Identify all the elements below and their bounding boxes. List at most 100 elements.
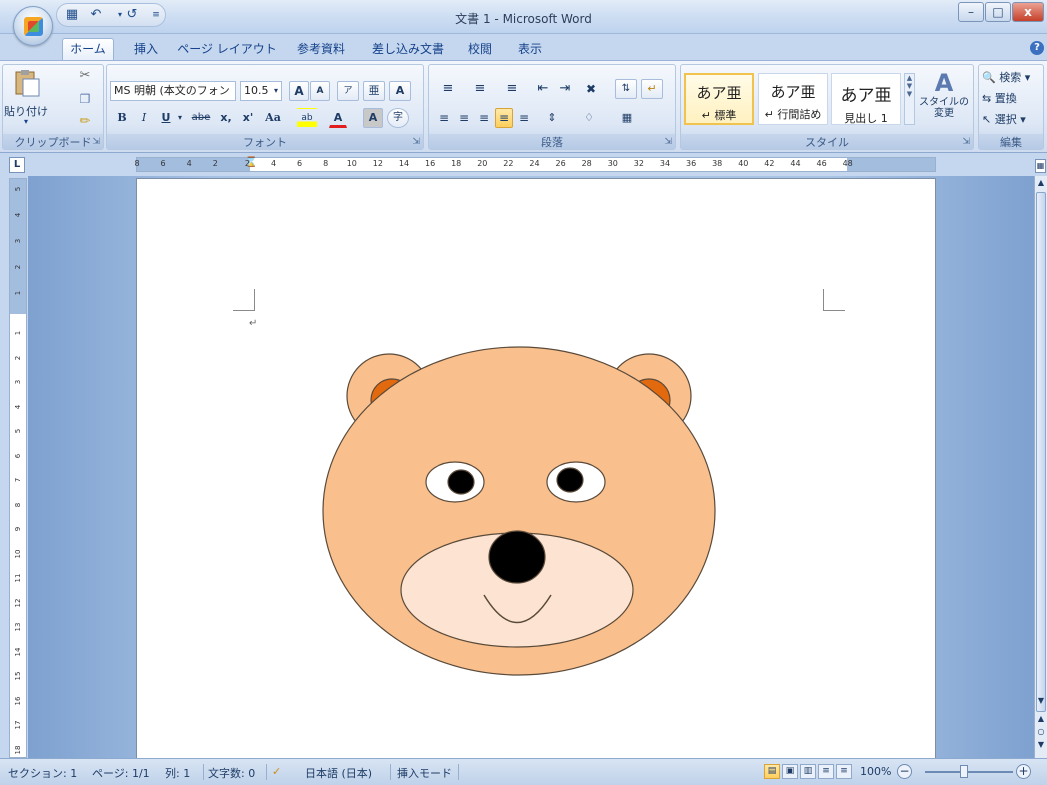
char-border-button[interactable]: A <box>389 81 411 101</box>
close-button[interactable]: x <box>1012 2 1044 22</box>
tab-page-layout[interactable]: ページ レイアウト <box>172 39 282 60</box>
horizontal-ruler[interactable]: 8 6 4 2 2 4 6 8 10 12 14 16 18 20 22 24 26 28 30 32 34 36 38 40… <box>0 153 1047 176</box>
change-styles-button[interactable]: A スタイルの 変更 <box>919 69 969 133</box>
style-no-spacing[interactable]: あア亜 ↵ 行間詰め <box>758 73 828 125</box>
previous-page-icon[interactable]: ▲ <box>1035 714 1047 723</box>
find-button[interactable]: 🔍 検索 ▾ <box>981 68 1043 88</box>
font-name-combo[interactable]: MS 明朝 (本文のフォン <box>110 81 236 101</box>
tab-references[interactable]: 参考資料 <box>290 39 352 60</box>
customize-arrow-icon[interactable]: ≡ <box>147 6 165 24</box>
status-language[interactable]: 日本語 (日本) <box>305 765 372 781</box>
paste-dropdown-icon[interactable]: ▾ <box>24 117 28 126</box>
select-button[interactable]: ↖ 選択 ▾ <box>981 110 1043 130</box>
change-case-button[interactable]: Aa <box>262 108 284 128</box>
increase-indent-icon[interactable]: ⇥ <box>555 79 575 99</box>
indent-marker-icon[interactable]: ⌛ <box>245 157 257 171</box>
document-page[interactable] <box>136 178 936 768</box>
office-button[interactable] <box>13 6 53 46</box>
superscript-button[interactable]: x' <box>239 108 257 128</box>
save-icon[interactable]: ▦ <box>63 6 81 24</box>
tab-home[interactable]: ホーム <box>62 38 114 61</box>
tab-view[interactable]: 表示 <box>510 39 550 60</box>
zoom-slider-track[interactable] <box>925 771 1013 773</box>
font-launcher-icon[interactable]: ⇲ <box>412 137 420 147</box>
status-insert-mode[interactable]: 挿入モード <box>397 765 452 781</box>
vertical-ruler-tick: 9 <box>14 526 22 532</box>
align-center-icon[interactable]: ≡ <box>455 108 473 128</box>
format-painter-icon[interactable]: ✏ <box>75 112 95 132</box>
decrease-indent-icon[interactable]: ⇤ <box>533 79 553 99</box>
next-page-icon[interactable]: ▼ <box>1035 740 1047 749</box>
shrink-font-button[interactable]: A <box>310 81 330 101</box>
scrollbar-thumb[interactable] <box>1036 192 1046 712</box>
justify-icon[interactable]: ≡ <box>495 108 513 128</box>
align-right-icon[interactable]: ≡ <box>475 108 493 128</box>
full-screen-reading-view-icon[interactable]: ▣ <box>782 764 798 779</box>
tab-selector-icon[interactable]: L <box>9 157 25 173</box>
subscript-button[interactable]: x, <box>217 108 235 128</box>
scroll-up-icon[interactable]: ▲ <box>1035 178 1047 187</box>
sort-icon[interactable]: ⇅ <box>615 79 637 99</box>
paragraph-launcher-icon[interactable]: ⇲ <box>664 137 672 147</box>
line-spacing-icon[interactable]: ⇕ <box>539 108 565 128</box>
zoom-out-button[interactable]: − <box>897 764 912 779</box>
bold-button[interactable]: B <box>113 108 131 128</box>
view-ruler-icon[interactable]: ▦ <box>1035 159 1046 173</box>
tab-insert[interactable]: 挿入 <box>126 39 166 60</box>
scroll-down-icon[interactable]: ▼ <box>1035 696 1047 705</box>
numbering-icon[interactable]: ≡ <box>467 79 493 99</box>
styles-group-label: スタイル <box>681 134 973 149</box>
replace-button[interactable]: ⇆ 置換 <box>981 89 1043 109</box>
clipboard-launcher-icon[interactable]: ⇲ <box>92 137 100 147</box>
vertical-ruler[interactable]: 5 4 3 2 1 1 2 3 4 5 6 7 8 9 10 11 12 13 14 15 16 17 18 <box>9 178 27 758</box>
shading-icon[interactable]: ♢ <box>573 108 605 128</box>
help-icon[interactable]: ? <box>1030 41 1044 55</box>
zoom-in-button[interactable]: + <box>1016 764 1031 779</box>
web-layout-view-icon[interactable]: ▥ <box>800 764 816 779</box>
status-word-count[interactable]: 文字数: 0 <box>208 765 255 781</box>
maximize-button[interactable]: □ <box>985 2 1011 22</box>
cut-icon[interactable]: ✂ <box>75 66 95 86</box>
highlight-button[interactable]: ab <box>297 108 317 128</box>
undo-icon[interactable]: ↶ <box>87 6 105 24</box>
browse-object-icon[interactable]: ○ <box>1035 727 1047 736</box>
phonetic-guide-button[interactable]: 亜 <box>363 81 385 101</box>
print-layout-view-icon[interactable]: ▤ <box>764 764 780 779</box>
italic-button[interactable]: I <box>135 108 153 128</box>
tab-review[interactable]: 校閲 <box>460 39 500 60</box>
zoom-level[interactable]: 100% <box>860 765 891 778</box>
underline-button[interactable]: U <box>157 108 175 128</box>
redo-icon[interactable]: ↺ <box>123 6 141 24</box>
show-formatting-marks-icon[interactable]: ↵ <box>641 79 663 99</box>
grow-font-button[interactable]: A <box>289 81 309 101</box>
clear-formatting-button[interactable]: ア <box>337 81 359 101</box>
style-normal[interactable]: あア亜 ↵ 標準 <box>684 73 754 125</box>
tab-mailings[interactable]: 差し込み文書 <box>366 39 450 60</box>
strikethrough-button[interactable]: abe <box>189 108 213 128</box>
enclose-chars-button[interactable]: 字 <box>387 108 409 128</box>
underline-dropdown-icon[interactable]: ▾ <box>175 108 185 128</box>
text-direction-icon[interactable]: ✖ <box>579 79 603 99</box>
char-shading-button[interactable]: A <box>363 108 383 128</box>
status-section[interactable]: セクション: 1 <box>8 765 77 781</box>
distributed-icon[interactable]: ≡ <box>515 108 533 128</box>
proofing-icon[interactable]: ✓ <box>272 765 281 778</box>
paste-icon[interactable] <box>11 69 41 97</box>
draft-view-icon[interactable]: ≡ <box>836 764 852 779</box>
font-size-dropdown-icon[interactable]: ▾ <box>270 81 282 101</box>
bullets-icon[interactable]: ≡ <box>435 79 461 99</box>
status-column[interactable]: 列: 1 <box>165 765 190 781</box>
styles-launcher-icon[interactable]: ⇲ <box>962 137 970 147</box>
style-heading-1[interactable]: あア亜 見出し 1 <box>831 73 901 125</box>
minimize-button[interactable]: – <box>958 2 984 22</box>
outline-view-icon[interactable]: ≡ <box>818 764 834 779</box>
multilevel-list-icon[interactable]: ≡ <box>499 79 525 99</box>
status-page[interactable]: ページ: 1/1 <box>92 765 150 781</box>
vertical-scrollbar[interactable]: ▲ ▼ ▲ ○ ▼ <box>1034 176 1047 758</box>
font-color-button[interactable]: A <box>329 108 347 128</box>
borders-icon[interactable]: ▦ <box>611 108 643 128</box>
copy-icon[interactable]: ❐ <box>75 89 95 109</box>
zoom-slider-thumb[interactable] <box>960 765 968 778</box>
align-left-icon[interactable]: ≡ <box>435 108 453 128</box>
styles-gallery-scroll[interactable]: ▲ ▼ ▼ <box>904 73 915 125</box>
